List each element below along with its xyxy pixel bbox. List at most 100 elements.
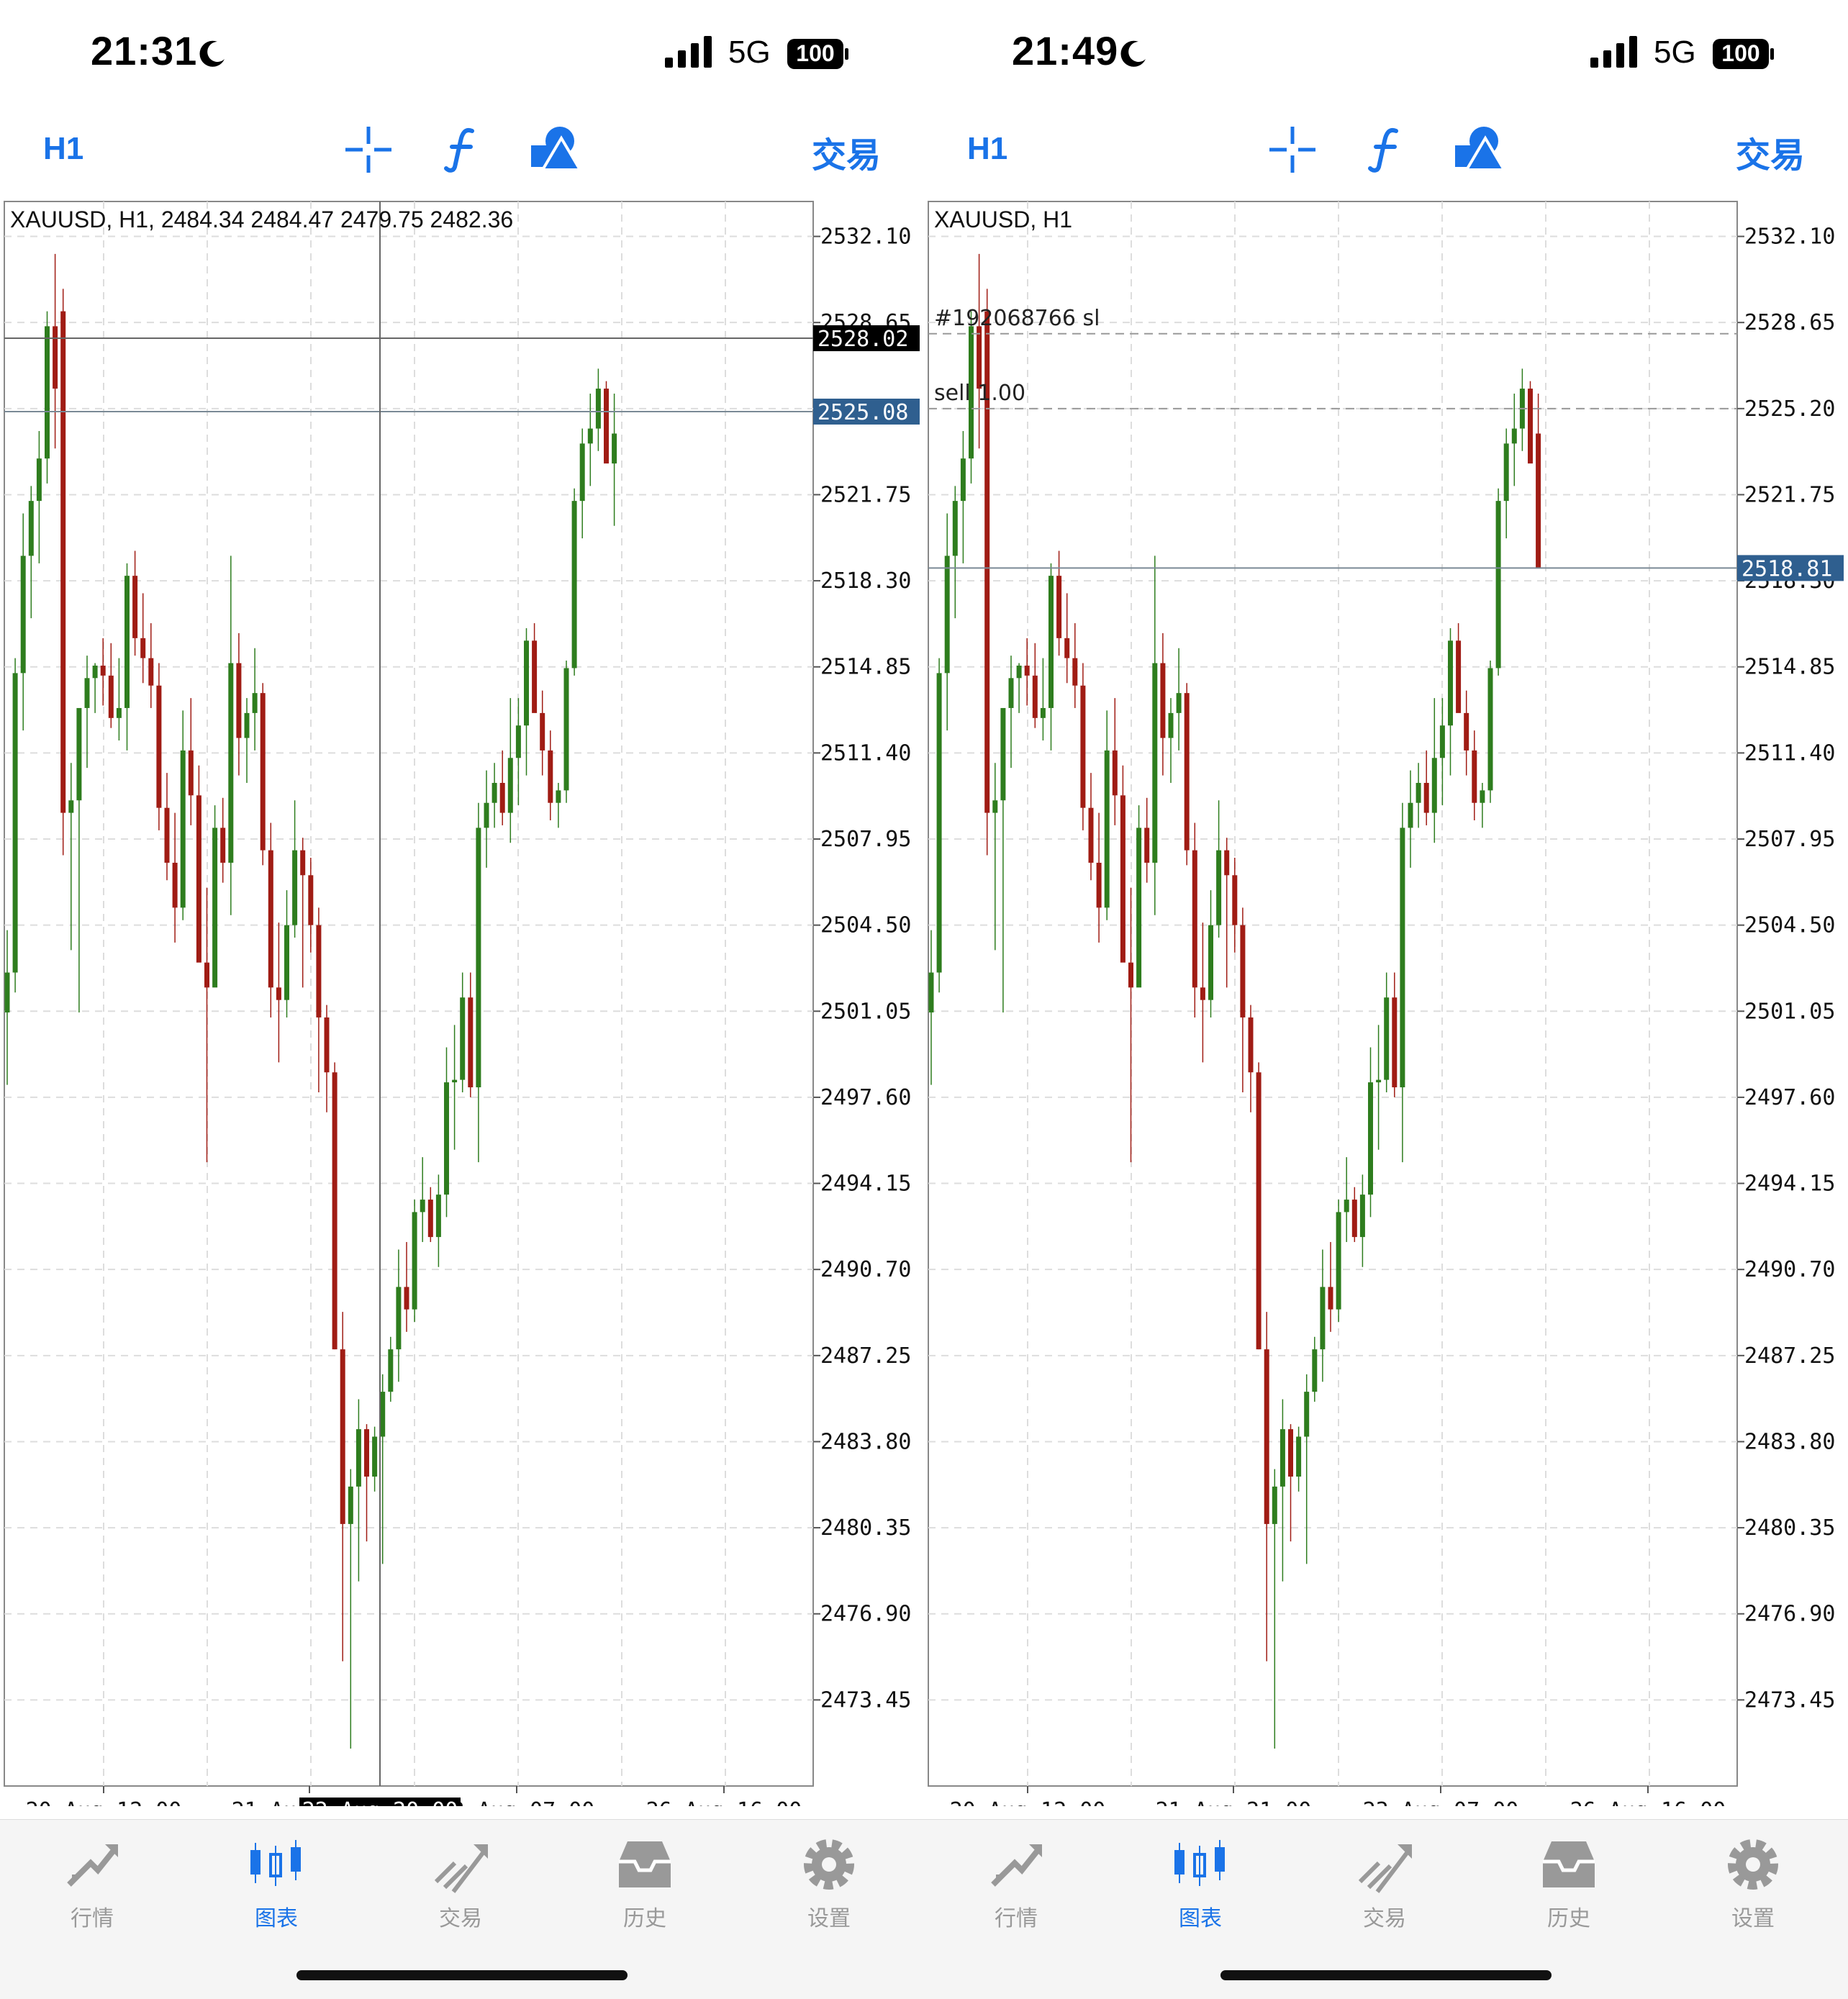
candle-body	[4, 972, 10, 1013]
candle-body	[1072, 658, 1078, 686]
tab-label: 历史	[1547, 1907, 1590, 1931]
candle-body	[1048, 576, 1054, 708]
candle-body	[340, 1349, 345, 1524]
tab-label: 行情	[71, 1907, 114, 1931]
quotes-icon	[991, 1844, 1042, 1887]
candle-body	[1392, 997, 1398, 1088]
tab-trade[interactable]: 交易	[389, 1834, 533, 1935]
candle	[984, 289, 990, 856]
candle-body	[1040, 707, 1046, 718]
candle-body	[100, 665, 106, 676]
candle-body	[244, 712, 250, 738]
price-label: 2483.80	[820, 1429, 911, 1454]
tab-history[interactable]: 历史	[573, 1834, 717, 1935]
crosshair-price-label: 2528.02	[817, 327, 908, 352]
function-icon[interactable]	[1360, 124, 1412, 176]
candle-body	[1351, 1200, 1357, 1238]
candle-body	[1232, 875, 1238, 925]
candle	[156, 663, 162, 830]
price-chart[interactable]: 2532.102528.652525.202521.752518.302514.…	[0, 194, 924, 1806]
price-label: 2525.20	[1744, 396, 1835, 422]
candle-body	[1176, 693, 1182, 713]
candle	[1080, 663, 1086, 830]
price-label: 2528.65	[1744, 310, 1835, 335]
candle-body	[180, 750, 186, 908]
current-price-label: 2518.81	[1741, 556, 1832, 581]
candle-body	[204, 962, 209, 988]
candle-body	[1304, 1392, 1310, 1437]
tab-settings[interactable]: 设置	[757, 1834, 901, 1935]
trade-link[interactable]: 交易	[812, 127, 881, 177]
candle-body	[332, 1072, 338, 1350]
chart-frame	[928, 201, 1738, 1787]
crosshair-icon[interactable]	[1267, 124, 1318, 176]
order-annotation: sell 1.00	[934, 381, 1025, 406]
candle-body	[1368, 1082, 1373, 1195]
candle-body	[12, 673, 18, 973]
candle	[332, 1062, 338, 1350]
price-label: 2511.40	[1744, 740, 1835, 766]
candle-body	[1416, 782, 1421, 803]
tab-settings[interactable]: 设置	[1681, 1834, 1825, 1935]
tab-history[interactable]: 历史	[1497, 1834, 1641, 1935]
status-time: 21:31	[91, 28, 198, 73]
order-annotation: #192068766 sl	[934, 306, 1100, 331]
candle-body	[1408, 802, 1413, 828]
tab-quotes[interactable]: 行情	[944, 1834, 1088, 1935]
candle	[1487, 661, 1493, 803]
objects-icon[interactable]	[530, 124, 581, 176]
candle-body	[84, 678, 90, 708]
candle-body	[124, 576, 130, 708]
candle-body	[164, 807, 170, 863]
candle-body	[524, 640, 529, 726]
candle-body	[515, 725, 521, 758]
tab-trade[interactable]: 交易	[1313, 1834, 1457, 1935]
candle-body	[292, 850, 298, 925]
timeframe-button[interactable]: H1	[43, 131, 83, 167]
candle-body	[484, 802, 489, 828]
function-icon[interactable]	[436, 124, 488, 176]
tab-chart[interactable]: 图表	[1128, 1834, 1272, 1935]
candle-body	[928, 972, 934, 1013]
tab-quotes[interactable]: 行情	[20, 1834, 164, 1935]
candle-body	[1152, 663, 1158, 863]
chart-frame	[4, 201, 814, 1787]
candle-body	[268, 850, 273, 988]
candle-body	[1296, 1436, 1302, 1477]
price-label: 2514.85	[820, 655, 911, 680]
candle-body	[1344, 1200, 1349, 1212]
candle-body	[324, 1017, 330, 1073]
candle-body	[420, 1200, 425, 1212]
candle-body	[412, 1212, 417, 1310]
candle-body	[468, 997, 474, 1088]
candle-body	[1016, 665, 1022, 679]
candle-body	[1376, 1079, 1382, 1083]
network-label: 5G	[728, 35, 771, 70]
candle-body	[492, 782, 497, 803]
crosshair-icon[interactable]	[343, 124, 394, 176]
timeframe-button[interactable]: H1	[967, 131, 1007, 167]
candle	[604, 381, 609, 464]
price-label: 2504.50	[820, 913, 911, 938]
candle-body	[1359, 1195, 1365, 1238]
candle-body	[1208, 925, 1213, 1000]
candle-body	[595, 389, 601, 429]
candle-body	[132, 576, 138, 638]
candle-body	[444, 1082, 449, 1195]
candle-body	[1256, 1072, 1262, 1350]
candle-body	[20, 556, 26, 674]
time-label: 26 Aug 16:00	[1570, 1798, 1726, 1806]
objects-icon[interactable]	[1454, 124, 1505, 176]
tab-label: 历史	[623, 1907, 666, 1931]
candle-body	[348, 1486, 353, 1524]
price-chart[interactable]: 2532.102528.652525.202521.752518.302514.…	[924, 194, 1848, 1806]
candle-body	[260, 693, 266, 851]
price-label: 2518.30	[820, 568, 911, 594]
tab-chart[interactable]: 图表	[204, 1834, 348, 1935]
time-label: 21 Aug 21:00	[1156, 1798, 1312, 1806]
moon-icon	[199, 40, 225, 67]
candle-body	[212, 828, 218, 988]
battery-level: 100	[1721, 40, 1760, 66]
candle	[571, 488, 577, 676]
trade-link[interactable]: 交易	[1736, 127, 1805, 177]
